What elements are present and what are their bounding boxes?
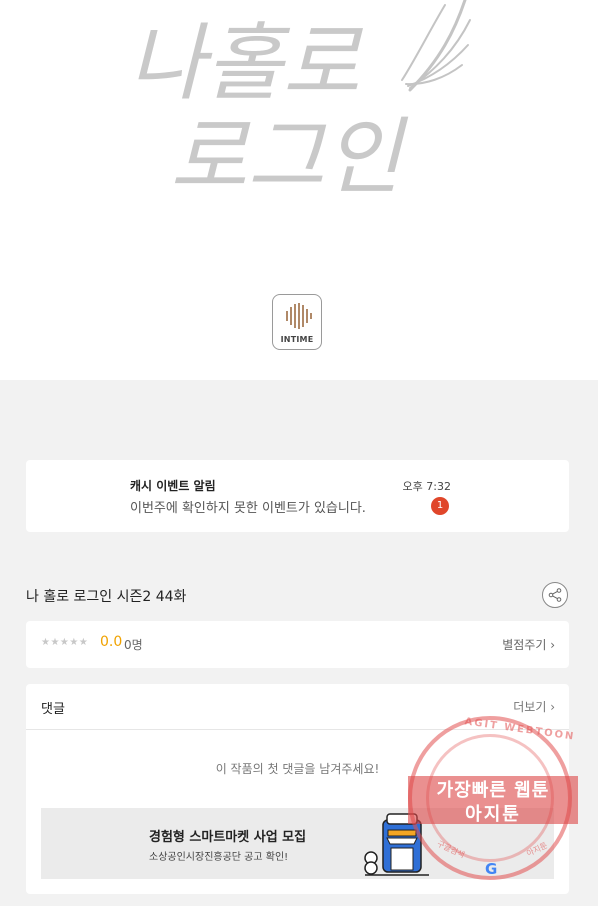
comments-section: 댓글 더보기 › 이 작품의 첫 댓글을 남겨주세요! 경험형 스마트마켓 사업… [26,684,569,894]
comments-title: 댓글 [41,702,65,717]
comments-header: 댓글 더보기 › [26,684,569,730]
comments-more-link[interactable]: 더보기 › [513,698,555,715]
share-icon [548,588,562,602]
svg-text:로그인: 로그인 [170,108,409,200]
rating-bar: ★★★★★ 0.0 0명 별점주기 › [26,621,569,668]
publisher-logo: INTIME [272,294,322,350]
cover-area: 나홀로 로그인 INTIME [0,0,598,380]
ad-subtitle: 소상공인시장진흥공단 공고 확인! [149,852,289,863]
notification-count-badge: 1 [431,497,449,515]
notification-body: 이번주에 확인하지 못한 이벤트가 있습니다. [130,501,366,516]
ad-banner[interactable]: 경험형 스마트마켓 사업 모집 소상공인시장진흥공단 공고 확인! [41,808,554,879]
comments-empty-message: 이 작품의 첫 댓글을 남겨주세요! [215,762,380,776]
share-button[interactable] [542,582,568,608]
rating-count: 0명 [124,638,143,652]
publisher-name: INTIME [280,335,314,344]
publisher-mark-icon [286,303,312,329]
webtoon-title-logo: 나홀로 로그인 [110,0,490,206]
notification-title: 캐시 이벤트 알림 [130,479,216,493]
ad-title: 경험형 스마트마켓 사업 모집 [149,830,307,845]
title-calligraphy: 나홀로 로그인 [128,0,471,206]
cash-event-notification[interactable]: 캐시 이벤트 알림 이번주에 확인하지 못한 이벤트가 있습니다. 오후 7:3… [26,460,569,532]
rate-button[interactable]: 별점주기 › [502,636,555,653]
rating-stars-icon: ★★★★★ [41,637,89,648]
store-illustration-icon [364,813,429,876]
svg-text:나홀로: 나홀로 [128,14,364,112]
rating-score: 0.0 [100,634,123,650]
notification-time: 오후 7:32 [402,480,451,493]
episode-title: 나 홀로 로그인 시즌2 44화 [26,589,187,605]
